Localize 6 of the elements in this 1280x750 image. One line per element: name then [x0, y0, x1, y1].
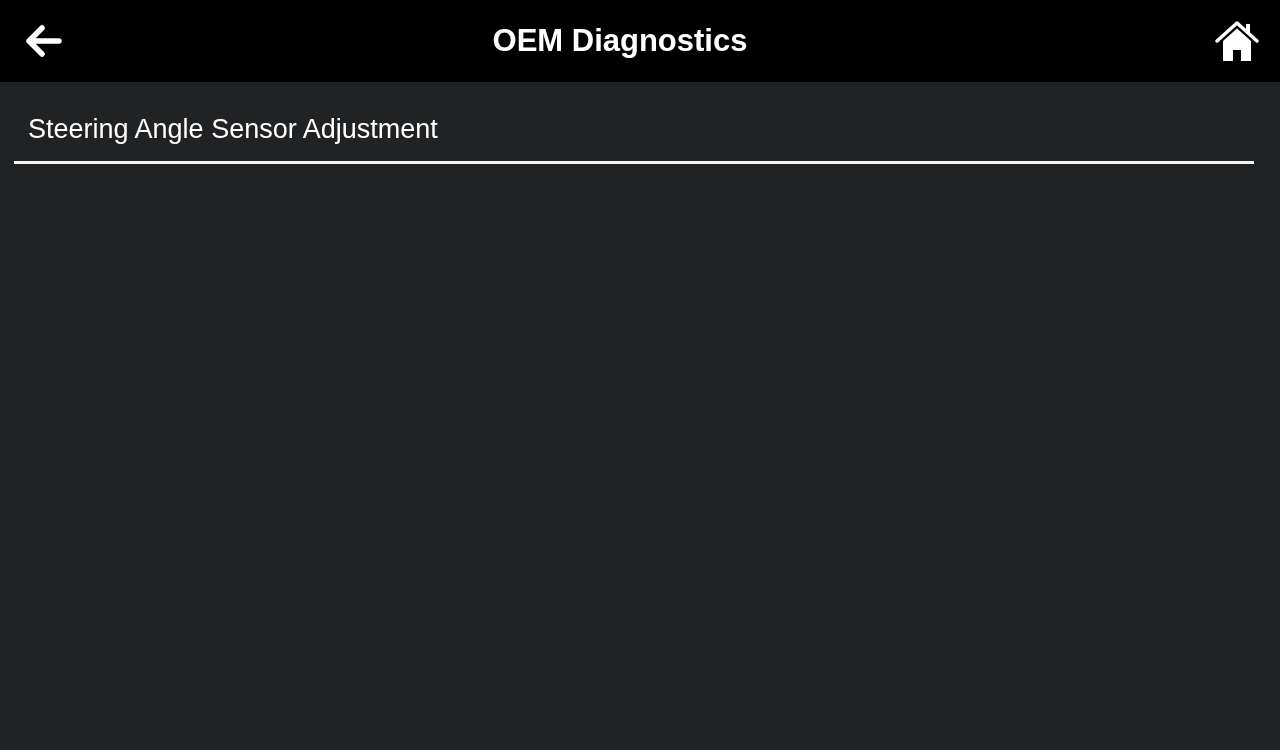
home-button[interactable]: [1214, 20, 1260, 62]
home-icon: [1214, 20, 1260, 62]
screen-title: OEM Diagnostics: [491, 23, 749, 59]
back-button[interactable]: [24, 23, 62, 59]
back-arrow-icon: [24, 23, 62, 59]
menu-item[interactable]: Steering Angle Sensor Adjustment: [14, 106, 1254, 164]
